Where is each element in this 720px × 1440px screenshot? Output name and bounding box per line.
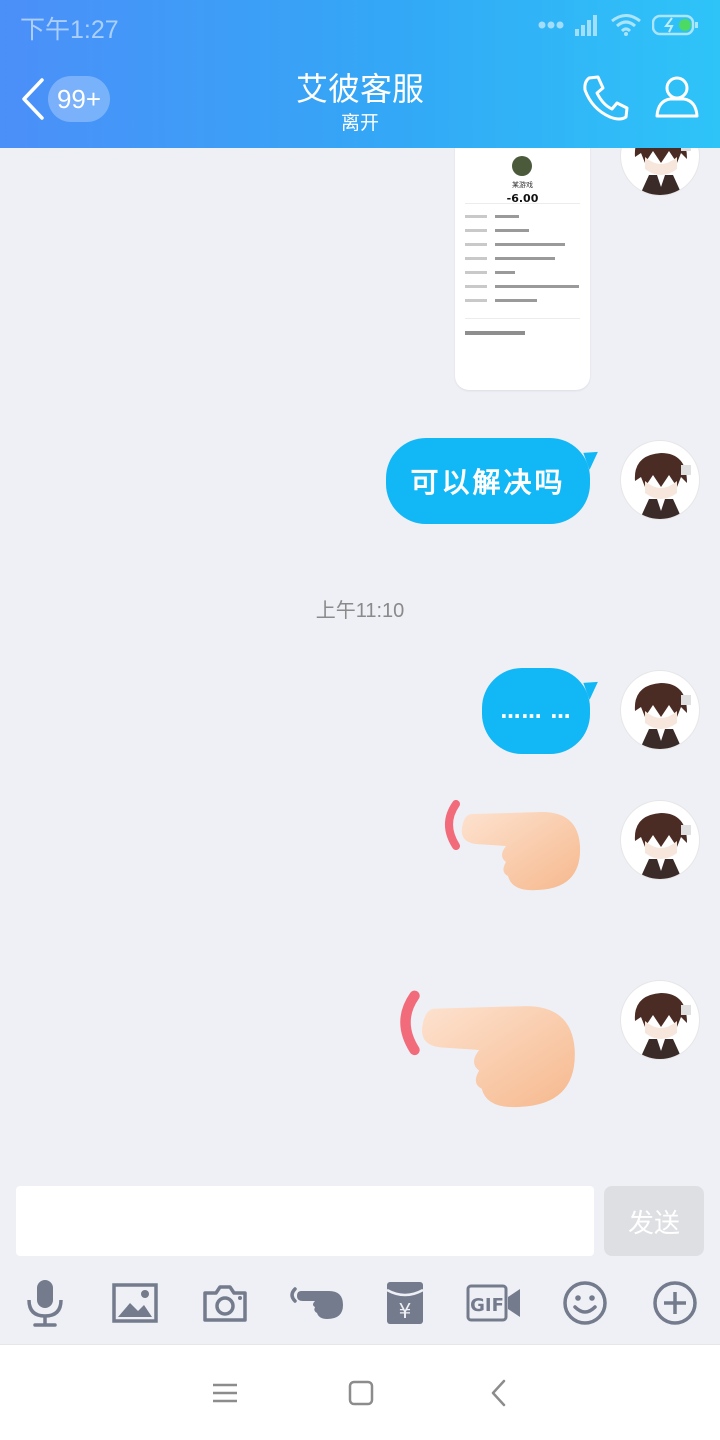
anime-avatar-icon xyxy=(634,683,691,749)
screenshot-detail-row xyxy=(465,282,583,292)
avatar[interactable] xyxy=(620,800,700,880)
anime-avatar-icon xyxy=(634,813,691,879)
message-bubble[interactable]: …… … xyxy=(482,668,590,754)
chat-header: 下午1:27 99+ 艾彼客服 离开 xyxy=(0,0,720,148)
screenshot-detail-row xyxy=(465,240,583,250)
microphone-icon xyxy=(27,1280,63,1327)
message-text: …… … xyxy=(500,699,572,723)
red-packet-icon: ¥ xyxy=(386,1282,424,1324)
phone-call-button[interactable] xyxy=(580,72,632,124)
menu-button[interactable] xyxy=(205,1375,245,1411)
screenshot-detail-row xyxy=(465,254,583,264)
image-icon xyxy=(112,1283,158,1323)
voice-button[interactable] xyxy=(20,1278,70,1328)
red-packet-button[interactable]: ¥ xyxy=(380,1278,430,1328)
emoji-icon xyxy=(563,1281,607,1325)
avatar[interactable] xyxy=(620,148,700,196)
more-button[interactable] xyxy=(650,1278,700,1328)
app-logo-icon xyxy=(512,156,532,176)
screenshot-link-row xyxy=(465,331,525,335)
image-button[interactable] xyxy=(110,1278,160,1328)
emoji-button[interactable] xyxy=(560,1278,610,1328)
gif-button[interactable]: GIF xyxy=(466,1278,522,1328)
camera-button[interactable] xyxy=(200,1278,250,1328)
screenshot-detail-row xyxy=(465,226,583,236)
poke-hand-message[interactable] xyxy=(436,798,582,894)
divider xyxy=(465,203,580,204)
profile-button[interactable] xyxy=(652,72,702,122)
more-dots-icon xyxy=(538,21,564,29)
avatar[interactable] xyxy=(620,980,700,1060)
svg-text:¥: ¥ xyxy=(399,1299,412,1323)
screenshot-detail-row xyxy=(465,268,583,278)
signal-icon xyxy=(575,15,597,36)
camera-icon xyxy=(203,1285,247,1322)
chat-area[interactable]: 某游戏 -6.00 可以解决吗 上午11:10 …… … xyxy=(0,148,720,1168)
message-bubble[interactable]: 可以解决吗 xyxy=(386,438,590,524)
anime-avatar-icon xyxy=(634,148,691,195)
avatar[interactable] xyxy=(620,670,700,750)
status-icons xyxy=(538,12,700,38)
screenshot-image-message[interactable]: 某游戏 -6.00 xyxy=(455,148,590,390)
screenshot-detail-row xyxy=(465,296,583,306)
divider xyxy=(465,318,580,319)
message-timestamp: 上午11:10 xyxy=(315,600,405,622)
status-bar: 下午1:27 xyxy=(0,0,720,50)
system-navigation-bar xyxy=(0,1344,720,1440)
gif-icon: GIF xyxy=(466,1284,520,1322)
poke-hand-message[interactable] xyxy=(388,988,578,1112)
anime-avatar-icon xyxy=(634,453,691,519)
message-input[interactable] xyxy=(16,1186,594,1256)
avatar[interactable] xyxy=(620,440,700,520)
plus-icon xyxy=(653,1281,697,1325)
input-bar: 发送 ¥ GIF xyxy=(0,1168,720,1344)
screenshot-merchant-name: 某游戏 xyxy=(512,181,533,189)
svg-text:GIF: GIF xyxy=(470,1295,504,1316)
poke-icon xyxy=(290,1287,343,1319)
message-text: 可以解决吗 xyxy=(410,466,566,499)
battery-icon xyxy=(652,14,698,36)
poke-button[interactable] xyxy=(286,1278,346,1328)
wifi-icon xyxy=(611,14,641,36)
status-time: 下午1:27 xyxy=(20,16,119,44)
send-button[interactable]: 发送 xyxy=(604,1186,704,1256)
home-button[interactable] xyxy=(341,1375,381,1411)
screenshot-detail-row xyxy=(465,212,583,222)
nav-back-button[interactable] xyxy=(480,1375,520,1411)
anime-avatar-icon xyxy=(634,993,691,1059)
